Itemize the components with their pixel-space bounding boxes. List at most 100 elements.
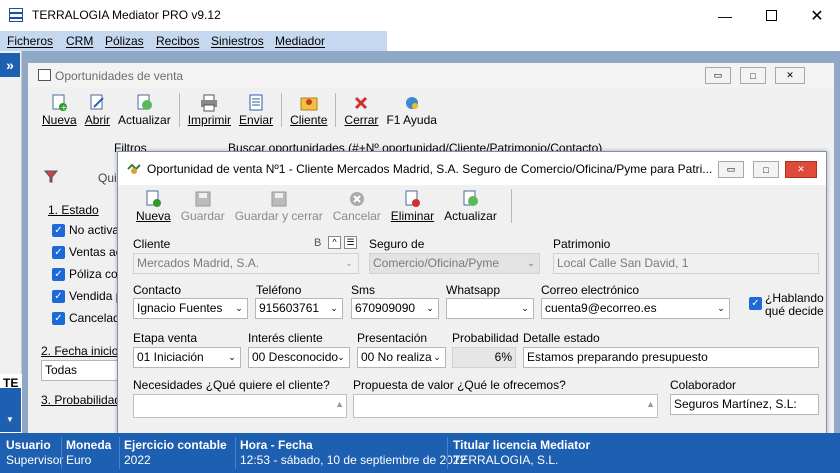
cancel-button[interactable]: Cancelar [333, 190, 381, 223]
seguro-select[interactable]: Comercio/Oficina/Pyme [369, 253, 540, 274]
refresh-label: Actualizar [118, 112, 171, 127]
cancel-icon [347, 190, 367, 208]
maximize-button[interactable]: □ [740, 67, 766, 84]
chevron-down-icon[interactable]: ⌄ [429, 348, 445, 367]
patrimonio-field[interactable]: Local Calle San David, 1 [553, 253, 819, 274]
list-icon[interactable]: ☰ [344, 236, 357, 249]
estado-header[interactable]: 1. Estado [48, 203, 99, 217]
usuario-header: Usuario [6, 438, 51, 452]
app-titlebar: TERRALOGIA Mediator PRO v9.12 — ✕ [0, 0, 840, 31]
opportunities-toolbar: + Nueva Abrir Actualizar Imprimir Enviar [28, 89, 834, 131]
help-icon [402, 94, 422, 112]
chevron-down-icon[interactable]: ⌄ [517, 299, 533, 318]
estado-item[interactable]: ✓ Cancelada [52, 311, 126, 325]
menu-crm[interactable]: CRM [66, 34, 93, 48]
open-button[interactable]: Abrir [85, 94, 110, 127]
chevron-down-icon[interactable]: ⌄ [523, 254, 539, 273]
fecha-header[interactable]: 2. Fecha inicio [41, 344, 118, 358]
help-button[interactable]: F1 Ayuda [386, 94, 437, 127]
necesidades-label: Necesidades ¿Qué quiere el cliente? [133, 378, 330, 392]
client-label: Cliente [290, 112, 328, 127]
correo-select[interactable]: cuenta9@ecorreo.es [541, 298, 730, 319]
menu-polizas[interactable]: Pólizas [105, 34, 144, 48]
chevron-down-icon[interactable]: ⌄ [422, 299, 438, 318]
ejercicio-header: Ejercicio contable [124, 438, 227, 452]
menu-siniestros[interactable]: Siniestros [211, 34, 264, 48]
moneda-value: Euro [66, 453, 92, 467]
save-close-icon [269, 190, 289, 208]
maximize-button[interactable] [748, 0, 794, 31]
cancel-label: Cancelar [332, 208, 381, 223]
print-button[interactable]: Imprimir [188, 94, 231, 127]
new-button[interactable]: + Nueva [42, 94, 77, 127]
opportunity-detail-title: Oportunidad de venta Nº1 - Cliente Merca… [147, 162, 713, 176]
cliente-b-button[interactable]: B [314, 237, 321, 249]
propuesta-textarea[interactable]: ▲ [353, 394, 658, 418]
titular-value: TERRALOGIA, S.L. [453, 453, 559, 467]
contacto-value: Ignacio Fuentes [137, 301, 223, 315]
detalle-label: Detalle estado [523, 331, 600, 345]
cliente-select[interactable]: Mercados Madrid, S.A. [133, 253, 359, 274]
close-button[interactable]: ✕ [794, 0, 840, 31]
minimize-button[interactable]: ▭ [705, 67, 731, 84]
detail-toolbar: Nueva Guardar Guardar y cerrar Cancelar … [118, 186, 826, 226]
minimize-button[interactable]: — [702, 0, 748, 31]
opportunity-detail-titlebar: Oportunidad de venta Nº1 - Cliente Merca… [118, 152, 826, 185]
telefono-value: 915603761 [259, 301, 320, 315]
contacto-label: Contacto [133, 283, 182, 297]
estado-item[interactable]: ✓ No activas [52, 223, 126, 237]
app-title: TERRALOGIA Mediator PRO v9.12 [32, 8, 221, 22]
scroll-up-icon[interactable]: ▲ [335, 399, 344, 409]
maximize-button[interactable]: □ [753, 161, 779, 178]
left-strip-button[interactable]: ▼ [0, 388, 21, 432]
scroll-up-icon[interactable]: ▲ [646, 399, 655, 409]
estado-item[interactable]: ✓ Ventas ac [52, 245, 126, 259]
save-button[interactable]: Guardar [181, 190, 225, 223]
delete-button[interactable]: Eliminar [391, 190, 434, 223]
app-icon [9, 8, 23, 22]
close-button[interactable]: ✕ [775, 67, 805, 84]
estado-item[interactable]: ✓ Póliza con [52, 267, 126, 281]
checkbox-checked-icon[interactable]: ✓ [749, 297, 762, 310]
opportunities-title: Oportunidades de venta [55, 69, 184, 83]
print-label: Imprimir [187, 112, 232, 127]
menu-recibos[interactable]: Recibos [156, 34, 199, 48]
usuario-value: Supervisor [6, 453, 64, 467]
close-window-button[interactable]: Cerrar [344, 94, 378, 127]
cliente-up-button[interactable]: ^ [328, 236, 341, 249]
window-icon [38, 69, 51, 81]
chevron-down-icon[interactable]: ⌄ [231, 299, 247, 318]
etapa-value: 01 Iniciación [137, 350, 204, 364]
save-close-button[interactable]: Guardar y cerrar [235, 190, 323, 223]
detalle-field[interactable]: Estamos preparando presupuesto [523, 347, 819, 368]
new-button[interactable]: Nueva [136, 190, 171, 223]
send-button[interactable]: Enviar [239, 94, 273, 127]
close-button[interactable]: ✕ [785, 161, 817, 178]
refresh-button[interactable]: Actualizar [118, 94, 171, 127]
seguro-label: Seguro de [369, 237, 425, 251]
chevron-down-icon[interactable]: ⌄ [341, 254, 357, 273]
menu-mediador[interactable]: Mediador [275, 34, 325, 48]
moneda-header: Moneda [66, 438, 112, 452]
chevron-down-icon[interactable]: ⌄ [326, 299, 342, 318]
fecha-select[interactable]: Todas [41, 360, 119, 381]
opportunity-detail-window: Oportunidad de venta Nº1 - Cliente Merca… [117, 151, 827, 434]
necesidades-textarea[interactable]: ▲ [133, 394, 347, 418]
colaborador-field[interactable]: Seguros Martínez, S.L: [670, 394, 819, 415]
probabilidad-field[interactable]: 6% [452, 347, 516, 368]
save-label: Guardar [180, 208, 225, 223]
refresh-button[interactable]: Actualizar [444, 190, 497, 223]
client-button[interactable]: Cliente [290, 94, 327, 127]
expand-panel-button[interactable]: » [0, 53, 20, 77]
menu-ficheros[interactable]: Ficheros [7, 34, 53, 48]
estado-item[interactable]: ✓ Vendida p [52, 289, 126, 303]
chevron-down-icon[interactable]: ⌄ [713, 299, 729, 318]
whatsapp-label: Whatsapp [446, 283, 501, 297]
chevron-down-icon[interactable]: ⌄ [333, 348, 349, 367]
correo-label: Correo electrónico [541, 283, 640, 297]
chevron-down-icon[interactable]: ⌄ [224, 348, 240, 367]
opportunities-titlebar: Oportunidades de venta ▭ □ ✕ [28, 63, 834, 87]
minimize-button[interactable]: ▭ [718, 161, 744, 178]
cliente-label: Cliente [133, 237, 171, 251]
new-icon [143, 190, 163, 208]
